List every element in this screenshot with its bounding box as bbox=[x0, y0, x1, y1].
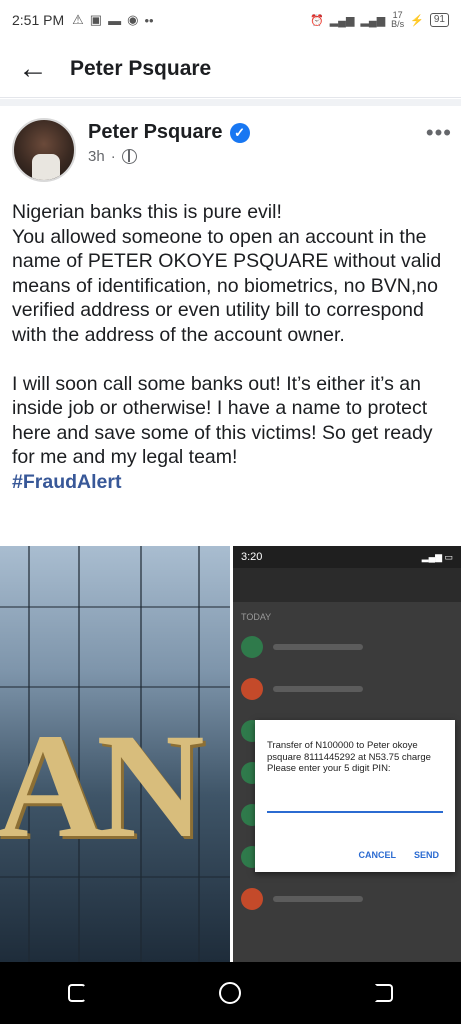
phone-app-bar bbox=[233, 568, 461, 602]
bank-sign-letters: AN bbox=[0, 703, 205, 869]
phone-status-icons: ▂▄▆ ▭ bbox=[421, 551, 453, 562]
phone-list-item bbox=[233, 626, 461, 668]
verified-check-icon: ✓ bbox=[229, 122, 250, 143]
page-title: Peter Psquare bbox=[70, 56, 212, 80]
arrow-left-icon[interactable]: ← bbox=[18, 53, 48, 84]
author-info: Peter Psquare ✓ 3h · bbox=[88, 121, 250, 165]
status-time: 2:51 PM bbox=[12, 12, 65, 28]
section-divider bbox=[0, 99, 461, 106]
post-body: Nigerian banks this is pure evil! You al… bbox=[12, 200, 452, 494]
message-icon: ▬ bbox=[108, 12, 122, 28]
dialog-message: Transfer of N100000 to Peter okoye psqua… bbox=[267, 740, 431, 774]
window-frame bbox=[0, 876, 230, 878]
list-line bbox=[273, 896, 363, 902]
phone-list-item bbox=[233, 878, 461, 920]
post-paragraph-1: Nigerian banks this is pure evil! You al… bbox=[12, 201, 442, 346]
post-author-row: Peter Psquare ✓ 3h · ••• bbox=[12, 118, 452, 184]
system-nav-bar bbox=[0, 962, 461, 1024]
phone-list-item bbox=[233, 668, 461, 710]
status-bar: 2:51 PM ⚠ ▣ ▬ ◉ •• ⏰ ▂▄▆ ▂▄▆ 17 B/s ⚡ 91 bbox=[0, 0, 461, 40]
more-horizontal-icon[interactable]: ••• bbox=[426, 120, 452, 146]
bank-building-image[interactable]: AN bbox=[0, 546, 230, 962]
signal-icon-2: ▂▄▆ bbox=[360, 14, 386, 27]
status-left-icons: ⚠ ▣ ▬ ◉ •• bbox=[72, 12, 153, 28]
meta-separator: · bbox=[110, 148, 116, 165]
home-circle-icon[interactable] bbox=[210, 973, 250, 1013]
list-avatar-icon bbox=[241, 636, 263, 658]
warning-icon: ⚠ bbox=[72, 12, 84, 27]
hashtag-link[interactable]: #FraudAlert bbox=[12, 471, 121, 493]
phone-status-bar: 3:20 ▂▄▆ ▭ bbox=[233, 546, 461, 568]
post-meta: 3h · bbox=[88, 148, 250, 165]
author-name-row: Peter Psquare ✓ bbox=[88, 121, 250, 144]
list-avatar-icon bbox=[241, 678, 263, 700]
status-right-icons: ⏰ ▂▄▆ ▂▄▆ 17 B/s ⚡ 91 bbox=[310, 11, 449, 29]
avatar[interactable] bbox=[12, 118, 76, 182]
charging-icon: ⚡ bbox=[410, 14, 424, 27]
phone-section-today: TODAY bbox=[241, 612, 272, 622]
phone-time: 3:20 bbox=[241, 551, 263, 563]
author-name[interactable]: Peter Psquare bbox=[88, 121, 223, 144]
send-button: SEND bbox=[413, 850, 439, 860]
signal-icon: ▂▄▆ bbox=[329, 14, 355, 27]
sim-icon: ▣ bbox=[89, 12, 103, 27]
more-dots-icon: •• bbox=[144, 12, 154, 28]
post-paragraph-2: I will soon call some banks out! It’s ei… bbox=[12, 372, 452, 495]
network-speed: 17 B/s bbox=[391, 10, 405, 29]
phone-screenshot-image[interactable]: 3:20 ▂▄▆ ▭ TODAY Transfer of N100000 to … bbox=[233, 546, 461, 962]
pin-input bbox=[267, 801, 443, 813]
list-line bbox=[273, 644, 363, 650]
globe-icon bbox=[121, 149, 137, 164]
recent-apps-icon[interactable] bbox=[57, 973, 97, 1013]
pin-dialog: Transfer of N100000 to Peter okoye psqua… bbox=[255, 720, 455, 872]
list-line bbox=[273, 686, 363, 692]
top-app-bar: ← Peter Psquare bbox=[0, 40, 461, 98]
back-nav-icon[interactable] bbox=[364, 973, 404, 1013]
cancel-button: CANCEL bbox=[358, 850, 396, 860]
window-frame bbox=[198, 546, 200, 962]
window-frame bbox=[0, 686, 230, 688]
alarm-icon: ⏰ bbox=[310, 14, 324, 27]
post-time[interactable]: 3h bbox=[88, 148, 105, 165]
post-images[interactable]: AN 3:20 ▂▄▆ ▭ TODAY Transfer of N100000 … bbox=[0, 546, 461, 962]
list-avatar-icon bbox=[241, 888, 263, 910]
window-frame bbox=[0, 606, 230, 608]
chrome-icon: ◉ bbox=[127, 12, 139, 27]
dialog-actions: CANCEL SEND bbox=[358, 850, 439, 860]
battery-icon: 91 bbox=[429, 13, 449, 27]
post-paragraph-2-text: I will soon call some banks out! It’s ei… bbox=[12, 372, 433, 469]
